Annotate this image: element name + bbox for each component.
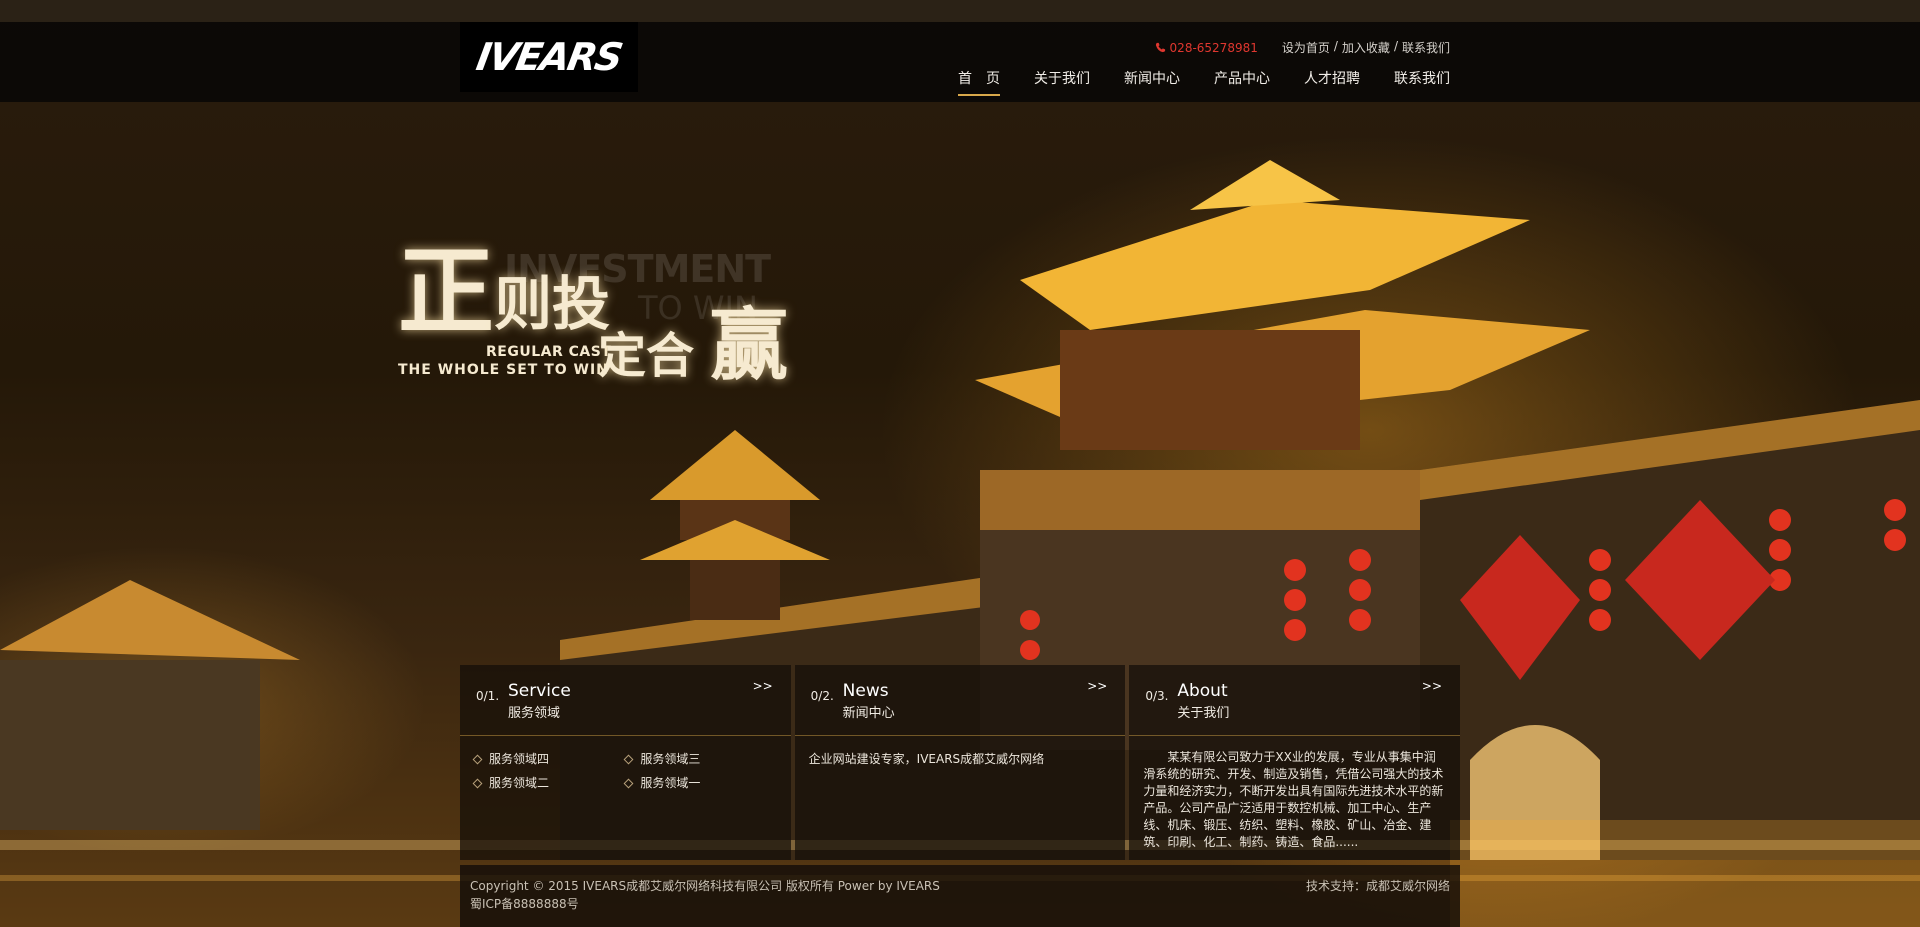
panel-number: 0/2. [810, 689, 834, 703]
panel-subtitle: 新闻中心 [842, 706, 895, 721]
service-item-label: 服务领域三 [640, 752, 701, 766]
panel-subtitle: 服务领域 [508, 706, 561, 721]
top-links: 028-65278981 设为首页 / 加入收藏 / 联系我们 [1155, 39, 1450, 56]
logo-text: IVEARS [473, 35, 625, 79]
about-text: 某某有限公司致力于XX业的发展，专业从事集中润滑系统的研究、开发、制造及销售，凭… [1143, 750, 1444, 849]
nav-contact[interactable]: 联系我们 [1394, 68, 1450, 96]
panel-body: 企业网站建设专家，IVEARS成都艾威尔网络 [809, 749, 1112, 769]
set-home-link[interactable]: 设为首页 [1282, 39, 1330, 56]
slogan-char-big-2: 赢 [710, 301, 789, 391]
panel-body: 某某有限公司致力于XX业的发展，专业从事集中润滑系统的研究、开发、制造及销售，凭… [1143, 749, 1446, 851]
panel-header: 0/3. About 关于我们 >> [1129, 665, 1461, 736]
phone-number: 028-65278981 [1169, 40, 1258, 55]
banner-slogan: INVESTMENT TO WIN 正 则投 REGULAR CAST THE … [398, 244, 818, 394]
nav-about[interactable]: 关于我们 [1034, 68, 1090, 96]
service-panel: 0/1. Service 服务领域 >> 服务领域四 服务领域三 服务领域二 服… [460, 665, 791, 860]
site-footer: Copyright © 2015 IVEARS成都艾威尔网络科技有限公司 版权所… [460, 865, 1460, 927]
info-panels: 0/1. Service 服务领域 >> 服务领域四 服务领域三 服务领域二 服… [460, 665, 1461, 860]
footer-copyright-block: Copyright © 2015 IVEARS成都艾威尔网络科技有限公司 版权所… [470, 877, 940, 913]
tower-body [1060, 330, 1360, 450]
logo[interactable]: IVEARS [460, 22, 638, 92]
bullet-icon [472, 778, 483, 788]
panel-number: 0/1. [476, 689, 500, 703]
panel-subtitle: 关于我们 [1177, 706, 1230, 721]
list-item[interactable]: 服务领域三 [623, 749, 776, 769]
phone: 028-65278981 [1155, 41, 1258, 55]
copyright-text: Copyright © 2015 IVEARS成都艾威尔网络科技有限公司 版权所… [470, 879, 940, 893]
pagoda-roof-2 [640, 520, 830, 560]
tower-roof-top [1190, 160, 1340, 210]
panel-header: 0/2. News 新闻中心 >> [794, 665, 1126, 736]
panel-header: 0/1. Service 服务领域 >> [460, 665, 791, 736]
slogan-en-2: THE WHOLE SET TO WIN [398, 362, 609, 378]
slogan-line1: 则投 [494, 270, 611, 338]
service-list: 服务领域四 服务领域三 服务领域二 服务领域一 [472, 749, 777, 793]
more-link[interactable]: >> [1422, 679, 1442, 693]
phone-icon [1155, 42, 1165, 53]
panel-number: 0/3. [1145, 689, 1169, 703]
panel-title: About [1177, 681, 1228, 701]
more-link[interactable]: >> [1087, 679, 1107, 693]
quick-links: 设为首页 / 加入收藏 / 联系我们 [1282, 39, 1450, 56]
bullet-icon [472, 754, 483, 764]
slogan-en-1: REGULAR CAST [486, 344, 612, 360]
news-item[interactable]: 企业网站建设专家，IVEARS成都艾威尔网络 [809, 752, 1045, 766]
contact-link[interactable]: 联系我们 [1402, 39, 1450, 56]
news-panel: 0/2. News 新闻中心 >> 企业网站建设专家，IVEARS成都艾威尔网络 [794, 665, 1126, 860]
bullet-icon [623, 754, 634, 764]
panel-body: 服务领域四 服务领域三 服务领域二 服务领域一 [472, 749, 777, 793]
service-item-label: 服务领域二 [489, 776, 550, 790]
top-strip [0, 0, 1920, 22]
left-roof [0, 580, 300, 660]
panel-title: News [842, 681, 889, 701]
nav-home[interactable]: 首 页 [958, 68, 1000, 96]
service-item-label: 服务领域四 [489, 752, 550, 766]
bullet-icon [623, 778, 634, 788]
icp-text[interactable]: 蜀ICP备8888888号 [470, 895, 940, 913]
main-nav: 首 页 关于我们 新闻中心 产品中心 人才招聘 联系我们 [958, 68, 1450, 96]
nav-news[interactable]: 新闻中心 [1124, 68, 1180, 96]
left-building [0, 660, 260, 830]
service-item-label: 服务领域一 [640, 776, 701, 790]
site-header: IVEARS 028-65278981 设为首页 / 加入收藏 / 联系我们 首… [0, 22, 1920, 102]
slogan-char-big: 正 [398, 236, 494, 348]
about-panel: 0/3. About 关于我们 >> 某某有限公司致力于XX业的发展，专业从事集… [1129, 665, 1461, 860]
slogan-line2: 定合 [598, 328, 695, 384]
link-separator: / [1393, 39, 1398, 53]
nav-products[interactable]: 产品中心 [1214, 68, 1270, 96]
pagoda-roof-1 [650, 430, 820, 500]
panel-title: Service [508, 681, 571, 701]
more-link[interactable]: >> [753, 679, 773, 693]
nav-careers[interactable]: 人才招聘 [1304, 68, 1360, 96]
list-item[interactable]: 服务领域二 [472, 773, 625, 793]
link-separator: / [1333, 39, 1338, 53]
list-item[interactable]: 服务领域四 [472, 749, 625, 769]
tech-support[interactable]: 技术支持：成都艾威尔网络 [1306, 877, 1450, 894]
list-item[interactable]: 服务领域一 [623, 773, 776, 793]
tower-roof-upper [1020, 200, 1530, 330]
bookmark-link[interactable]: 加入收藏 [1342, 39, 1390, 56]
